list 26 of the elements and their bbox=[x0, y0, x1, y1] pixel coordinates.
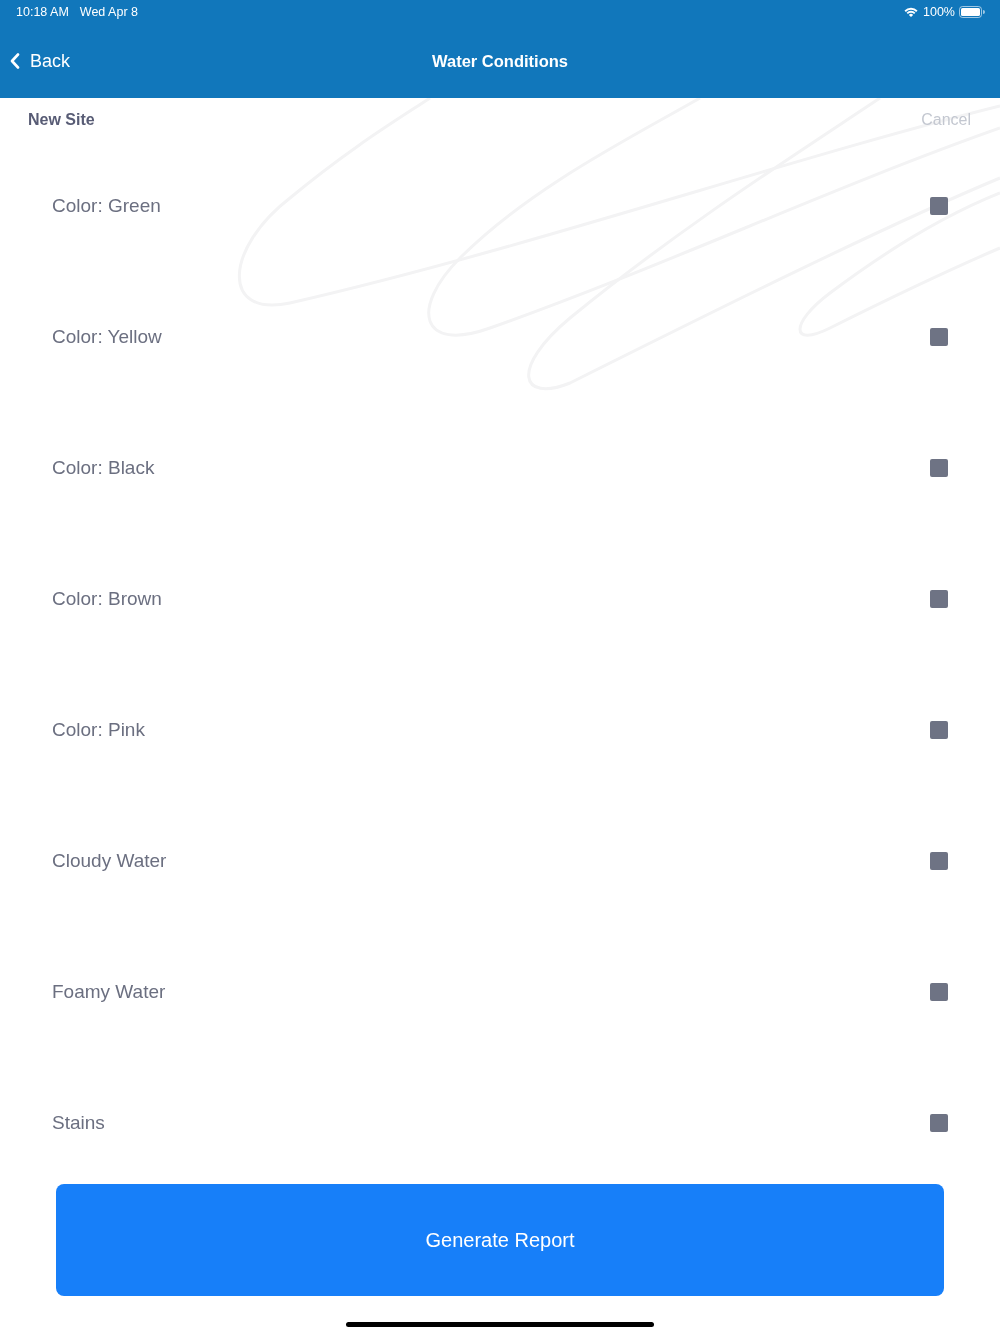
condition-label: Foamy Water bbox=[52, 981, 166, 1003]
condition-label: Cloudy Water bbox=[52, 850, 167, 872]
screen-title: Water Conditions bbox=[432, 51, 568, 71]
battery-icon bbox=[959, 6, 985, 18]
battery-percent: 100% bbox=[923, 4, 955, 20]
status-time: 10:18 AM bbox=[16, 4, 69, 20]
condition-label: Color: Yellow bbox=[52, 326, 162, 348]
condition-label: Stains bbox=[52, 1112, 105, 1134]
generate-report-button[interactable]: Generate Report bbox=[56, 1184, 944, 1296]
checkbox[interactable] bbox=[930, 197, 948, 215]
checkbox[interactable] bbox=[930, 983, 948, 1001]
site-name: New Site bbox=[28, 111, 95, 129]
condition-label: Color: Brown bbox=[52, 588, 162, 610]
checkbox[interactable] bbox=[930, 590, 948, 608]
checkbox[interactable] bbox=[930, 852, 948, 870]
checkbox[interactable] bbox=[930, 721, 948, 739]
condition-label: Color: Green bbox=[52, 195, 161, 217]
checkbox[interactable] bbox=[930, 459, 948, 477]
checkbox[interactable] bbox=[930, 328, 948, 346]
back-button[interactable]: Back bbox=[0, 46, 77, 76]
condition-label: Color: Pink bbox=[52, 719, 145, 741]
wifi-icon bbox=[904, 7, 918, 17]
condition-label: Color: Black bbox=[52, 457, 155, 479]
chevron-left-icon bbox=[10, 53, 20, 69]
status-date: Wed Apr 8 bbox=[79, 4, 138, 20]
checkbox[interactable] bbox=[930, 1114, 948, 1132]
